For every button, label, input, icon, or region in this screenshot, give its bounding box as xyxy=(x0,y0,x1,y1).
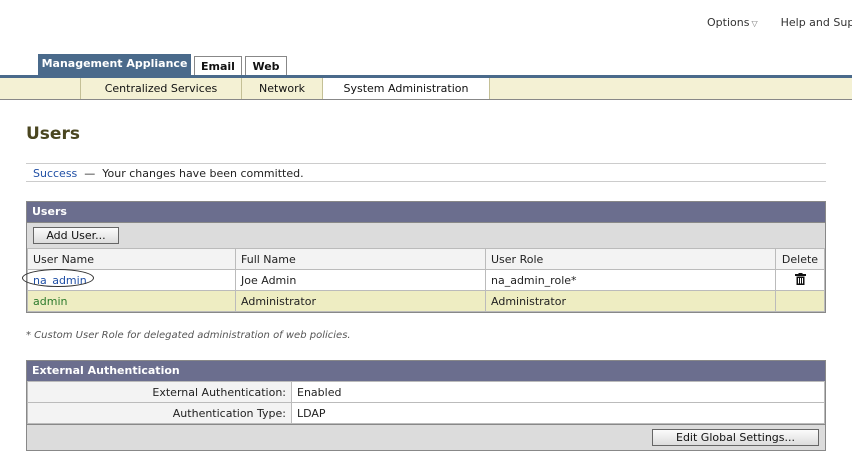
trash-icon[interactable] xyxy=(794,272,806,285)
external-auth-value: Enabled xyxy=(291,381,825,403)
table-row: External Authentication: Enabled xyxy=(27,381,825,403)
full-name-cell: Administrator xyxy=(235,290,486,312)
col-user-name: User Name xyxy=(27,248,236,270)
table-row: Authentication Type: LDAP xyxy=(27,402,825,424)
user-role-cell: Administrator xyxy=(485,290,776,312)
col-user-role: User Role xyxy=(485,248,776,270)
auth-type-value: LDAP xyxy=(291,402,825,424)
tab-email[interactable]: Email xyxy=(194,56,242,76)
status-success: Success xyxy=(33,167,78,180)
delete-cell xyxy=(775,290,825,312)
top-links: Options▽ Help and Supp xyxy=(707,16,852,29)
users-toolbar: Add User... xyxy=(27,222,825,248)
page-title: Users xyxy=(26,124,80,144)
table-row: na_admin Joe Admin na_admin_role* xyxy=(27,269,825,291)
status-dash: — xyxy=(84,167,96,180)
external-auth-label: External Authentication: xyxy=(27,381,292,403)
users-panel-title: Users xyxy=(27,202,825,222)
footnote: * Custom User Role for delegated adminis… xyxy=(26,330,351,341)
status-text: Your changes have been committed. xyxy=(102,167,304,180)
external-auth-title: External Authentication xyxy=(27,361,825,381)
auth-type-label: Authentication Type: xyxy=(27,402,292,424)
annotation-circle xyxy=(22,269,94,287)
table-row: admin Administrator Administrator xyxy=(27,290,825,312)
users-table: User Name Full Name User Role Delete na_… xyxy=(27,248,825,312)
external-auth-footer: Edit Global Settings... xyxy=(27,424,825,450)
col-delete: Delete xyxy=(775,248,825,270)
full-name-cell: Joe Admin xyxy=(235,269,486,291)
external-auth-table: External Authentication: Enabled Authent… xyxy=(27,381,825,424)
subnav-system-administration[interactable]: System Administration xyxy=(323,78,489,99)
tab-web[interactable]: Web xyxy=(245,56,287,76)
add-user-button[interactable]: Add User... xyxy=(33,227,119,244)
status-message: Success — Your changes have been committ… xyxy=(26,163,826,182)
subnav-network[interactable]: Network xyxy=(242,78,322,99)
tab-management-appliance[interactable]: Management Appliance xyxy=(38,54,191,76)
col-full-name: Full Name xyxy=(235,248,486,270)
options-menu[interactable]: Options ▽ xyxy=(707,16,758,29)
external-auth-panel: External Authentication External Authent… xyxy=(26,360,826,451)
chevron-down-icon: ▽ xyxy=(751,19,758,28)
users-table-header: User Name Full Name User Role Delete xyxy=(27,248,825,270)
subnav-divider xyxy=(489,78,490,99)
subnav-bar: Centralized Services Network System Admi… xyxy=(0,78,852,100)
delete-cell xyxy=(775,269,825,291)
edit-global-settings-button[interactable]: Edit Global Settings... xyxy=(652,429,819,446)
username-link[interactable]: admin xyxy=(33,295,67,308)
user-role-cell: na_admin_role* xyxy=(485,269,776,291)
help-menu[interactable]: Help and Supp xyxy=(781,16,852,29)
users-panel: Users Add User... User Name Full Name Us… xyxy=(26,201,826,313)
subnav-centralized-services[interactable]: Centralized Services xyxy=(81,78,241,99)
